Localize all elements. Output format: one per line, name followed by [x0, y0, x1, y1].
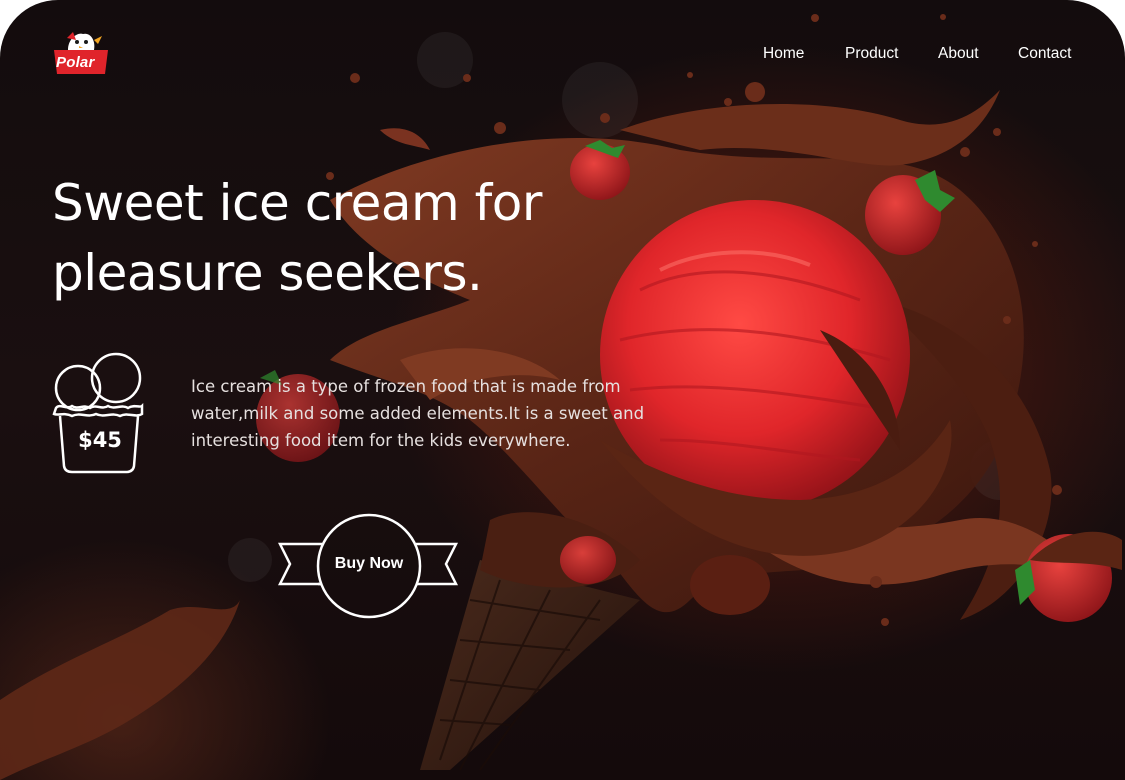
hero-page: Polar Home Product About Contact Sweet i… [0, 0, 1125, 780]
price-label: $45 [78, 428, 122, 452]
hero-headline: Sweet ice cream for pleasure seekers. [52, 168, 652, 308]
strawberry-center [560, 536, 616, 584]
description-line: water,milk and some added elements.It is… [191, 404, 645, 423]
headline-line-2: pleasure seekers. [52, 244, 483, 302]
ice-cream-cup-icon [52, 352, 144, 474]
nav-about[interactable]: About [938, 45, 979, 63]
description-line: interesting food item for the kids every… [191, 431, 571, 450]
description-line: Ice cream is a type of frozen food that … [191, 377, 621, 396]
nav-product[interactable]: Product [845, 45, 898, 63]
buy-now-label: Buy Now [334, 555, 404, 572]
top-navigation-bar: Polar Home Product About Contact [0, 0, 1125, 100]
brand-name: Polar [56, 54, 95, 71]
buy-now-button[interactable]: Buy Now [278, 512, 460, 622]
hero-description: Ice cream is a type of frozen food that … [191, 373, 681, 454]
nav-contact[interactable]: Contact [1018, 45, 1071, 63]
nav-home[interactable]: Home [763, 45, 804, 63]
strawberry-bottom [690, 555, 770, 615]
headline-line-1: Sweet ice cream for [52, 174, 542, 232]
